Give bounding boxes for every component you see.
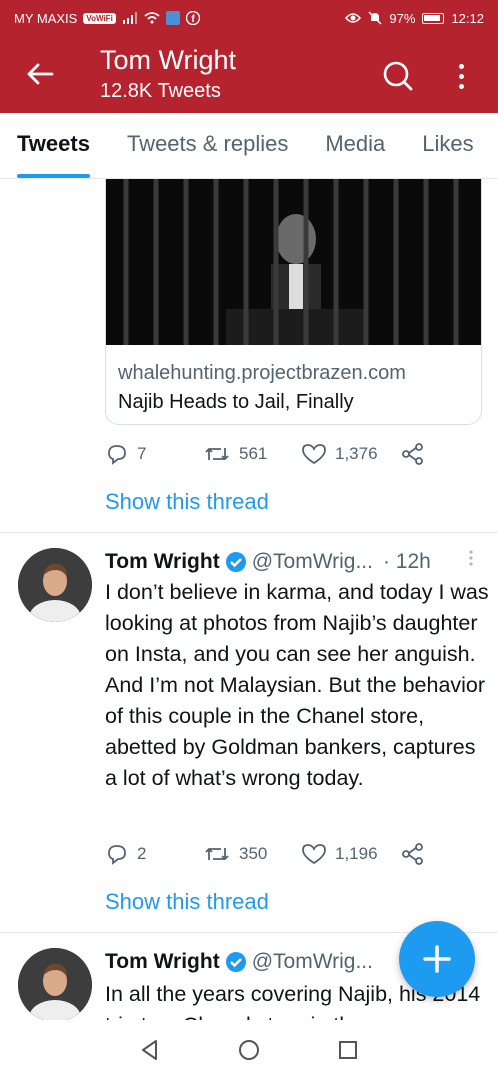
active-tab-indicator (17, 174, 90, 178)
compose-plus-icon (423, 945, 451, 973)
prison-bars-photo (106, 179, 481, 345)
share-button[interactable] (401, 842, 425, 866)
retweet-button[interactable]: 350 (203, 842, 267, 866)
retweet-icon (205, 448, 229, 460)
profile-tabs: Tweets Tweets & replies Media Likes (0, 113, 498, 179)
author-handle[interactable]: @TomWrig... (252, 550, 373, 574)
clock: 12:12 (451, 10, 484, 26)
tab-tweets-replies-label: Tweets & replies (126, 131, 289, 156)
link-domain: whalehunting.projectbrazen.com (118, 362, 406, 384)
author-name[interactable]: Tom Wright (105, 950, 220, 974)
reply-count: 7 (137, 444, 147, 463)
reply-button[interactable]: 2 (105, 842, 146, 866)
tab-media-label: Media (325, 131, 386, 156)
like-button[interactable]: 1,196 (301, 842, 378, 866)
tweet-text: I don’t believe in karma, and today I wa… (105, 580, 489, 790)
avatar[interactable] (18, 548, 92, 622)
share-icon (402, 843, 423, 865)
wifi-calling-badge: VoWiFi (83, 12, 116, 24)
retweet-count: 350 (239, 844, 268, 863)
back-arrow-icon (27, 63, 54, 85)
carrier-label: MY MAXIS (14, 10, 78, 26)
tab-likes-label: Likes (422, 131, 474, 156)
like-icon (302, 444, 326, 465)
avatar-photo (18, 548, 92, 622)
tweet-actions: 2 350 1,196 (105, 842, 435, 866)
status-bar: MY MAXIS VoWiFi f 97% 12:12 (0, 0, 498, 36)
author-name[interactable]: Tom Wright (105, 550, 220, 574)
verified-icon (225, 552, 246, 572)
battery-percent: 97% (389, 10, 416, 26)
app-header: Tom Wright 12.8K Tweets (0, 36, 498, 113)
tweet-count: 12.8K Tweets (100, 80, 221, 102)
timeline[interactable]: whalehunting.projectbrazen.com Najib Hea… (0, 179, 498, 1020)
retweet-icon (205, 848, 229, 860)
link-preview-image (106, 179, 481, 345)
share-icon (402, 443, 423, 465)
tab-tweets[interactable]: Tweets (17, 113, 90, 178)
nav-recents-icon[interactable] (336, 1038, 360, 1062)
reply-button[interactable]: 7 (105, 442, 146, 466)
reply-count: 2 (137, 844, 147, 863)
like-button[interactable]: 1,376 (301, 442, 378, 466)
tweet-header: Tom Wright @TomWrig... (105, 950, 373, 974)
retweet-button[interactable]: 561 (203, 442, 267, 466)
facebook-icon: f (185, 11, 200, 25)
show-thread-link[interactable]: Show this thread (105, 889, 269, 915)
like-icon (302, 844, 326, 865)
signal-icon (122, 12, 137, 24)
search-button[interactable] (380, 58, 416, 94)
show-thread-link[interactable]: Show this thread (105, 489, 269, 515)
like-count: 1,196 (335, 844, 378, 863)
compose-tweet-button[interactable] (399, 921, 475, 997)
tab-media[interactable]: Media (325, 113, 385, 178)
tweet-divider (0, 532, 498, 533)
avatar[interactable] (18, 948, 92, 1020)
share-button[interactable] (401, 442, 425, 466)
nav-home-icon[interactable] (237, 1038, 261, 1062)
retweet-count: 561 (239, 444, 268, 463)
tweet-header: Tom Wright @TomWrig... · 12h (105, 550, 431, 574)
tweet-actions: 7 561 1,376 (105, 442, 435, 466)
system-nav-bar (0, 1020, 498, 1080)
back-button[interactable] (22, 56, 58, 92)
battery-icon (422, 12, 445, 24)
reply-icon (108, 445, 126, 465)
like-count: 1,376 (335, 444, 378, 463)
tweet-time[interactable]: · 12h (383, 550, 431, 574)
author-handle[interactable]: @TomWrig... (252, 950, 373, 974)
eye-icon (345, 13, 362, 23)
search-icon (383, 61, 413, 91)
svg-text:f: f (191, 14, 195, 25)
mute-bell-icon (368, 11, 382, 25)
tab-likes[interactable]: Likes (422, 113, 473, 178)
nav-back-icon[interactable] (138, 1038, 162, 1062)
link-title: Najib Heads to Jail, Finally (118, 391, 354, 413)
notification-app-icon (165, 11, 180, 25)
profile-name-title: Tom Wright (100, 45, 237, 75)
verified-icon (225, 952, 246, 972)
tweet-more-icon[interactable] (467, 549, 475, 572)
tab-tweets-label: Tweets (17, 131, 90, 156)
link-preview-card[interactable]: whalehunting.projectbrazen.com Najib Hea… (105, 179, 482, 425)
reply-icon (108, 845, 126, 865)
wifi-icon (144, 12, 160, 24)
more-vert-icon[interactable] (446, 58, 476, 94)
avatar-photo (18, 948, 92, 1020)
tab-tweets-replies[interactable]: Tweets & replies (127, 113, 288, 178)
